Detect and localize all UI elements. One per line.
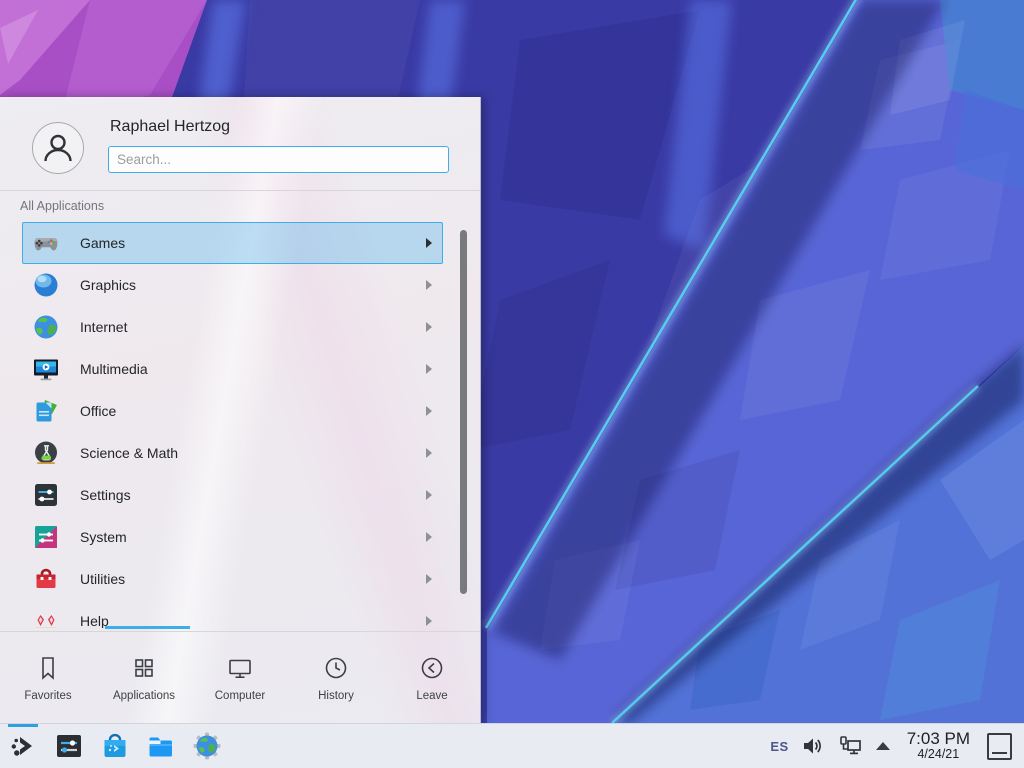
user-avatar-icon [32,122,84,174]
computer-icon [225,653,255,683]
menu-item-label: Games [80,235,125,251]
submenu-arrow-icon [426,448,432,458]
menu-item-science-math[interactable]: Science & Math [22,432,443,474]
system-tray: ES 7:03 PM 4/24/21 [770,730,1024,762]
gamepad-icon [32,229,60,257]
volume-icon[interactable] [802,735,825,757]
menu-item-label: Graphics [80,277,136,293]
submenu-arrow-icon [426,280,432,290]
application-category-list: Games Graphics Internet [0,222,480,628]
tab-label: History [318,690,354,702]
menu-item-label: Multimedia [80,361,148,377]
application-launcher-panel: Raphael Hertzog All Applications Games G… [0,97,481,723]
globe-icon [32,313,60,341]
application-launcher-button[interactable] [8,731,38,761]
taskbar-panel: ES 7:03 PM 4/24/21 [0,723,1024,768]
submenu-arrow-icon [426,616,432,626]
bookmark-icon [33,653,63,683]
sphere-icon [32,271,60,299]
menu-item-games[interactable]: Games [22,222,443,264]
tab-label: Favorites [24,690,71,702]
tab-label: Leave [416,690,447,702]
discover-bag-icon [100,731,130,761]
taskbar-launchers [0,731,222,761]
folder-icon [146,731,176,761]
launcher-header: Raphael Hertzog [0,97,480,190]
digital-clock[interactable]: 7:03 PM 4/24/21 [907,730,970,762]
monitor-play-icon [32,355,60,383]
discover-button[interactable] [100,731,130,761]
tab-computer[interactable]: Computer [192,632,288,723]
show-desktop-button[interactable] [987,733,1012,760]
menu-item-label: Internet [80,319,127,335]
kickoff-icon [8,731,38,761]
clock-date: 4/24/21 [917,748,959,762]
keyboard-layout-indicator[interactable]: ES [770,739,788,754]
clock-time: 7:03 PM [907,730,970,749]
tab-history[interactable]: History [288,632,384,723]
tab-favorites[interactable]: Favorites [0,632,96,723]
clock-icon [321,653,351,683]
menu-item-label: Settings [80,487,131,503]
menu-item-graphics[interactable]: Graphics [22,264,443,306]
list-scrollbar[interactable] [460,230,467,594]
system-settings-button[interactable] [54,731,84,761]
desktop: Raphael Hertzog All Applications Games G… [0,0,1024,768]
menu-item-multimedia[interactable]: Multimedia [22,348,443,390]
document-icon [32,397,60,425]
submenu-arrow-icon [426,322,432,332]
menu-item-label: Science & Math [80,445,178,461]
header-divider [0,190,480,191]
network-icon[interactable] [838,735,863,757]
menu-item-utilities[interactable]: Utilities [22,558,443,600]
tab-leave[interactable]: Leave [384,632,480,723]
globe-gear-icon [192,731,222,761]
menu-item-system[interactable]: System [22,516,443,558]
grid-icon [129,653,159,683]
file-manager-button[interactable] [146,731,176,761]
menu-item-office[interactable]: Office [22,390,443,432]
menu-item-help[interactable]: Help [22,600,443,628]
submenu-arrow-icon [426,574,432,584]
submenu-arrow-icon [426,532,432,542]
submenu-arrow-icon [426,364,432,374]
menu-item-internet[interactable]: Internet [22,306,443,348]
section-label: All Applications [20,199,104,213]
sliders-icon [32,481,60,509]
expand-tray-caret-icon[interactable] [876,742,890,750]
settings-app-icon [54,731,84,761]
menu-item-label: Office [80,403,116,419]
user-name: Raphael Hertzog [110,118,230,136]
tab-applications[interactable]: Applications [96,632,192,723]
leave-icon [417,653,447,683]
active-tab-indicator [105,626,190,629]
launcher-tab-bar: Favorites Applications Computer History … [0,632,480,723]
flask-icon [32,439,60,467]
tab-label: Applications [113,690,175,702]
submenu-arrow-icon [426,406,432,416]
tab-label: Computer [215,690,266,702]
help-icon [32,607,60,628]
menu-item-settings[interactable]: Settings [22,474,443,516]
toolbox-icon [32,565,60,593]
menu-item-label: Utilities [80,571,125,587]
search-input[interactable] [108,146,449,173]
submenu-arrow-icon [426,238,432,248]
menu-item-label: System [80,529,127,545]
system-sliders-icon [32,523,60,551]
web-browser-button[interactable] [192,731,222,761]
submenu-arrow-icon [426,490,432,500]
